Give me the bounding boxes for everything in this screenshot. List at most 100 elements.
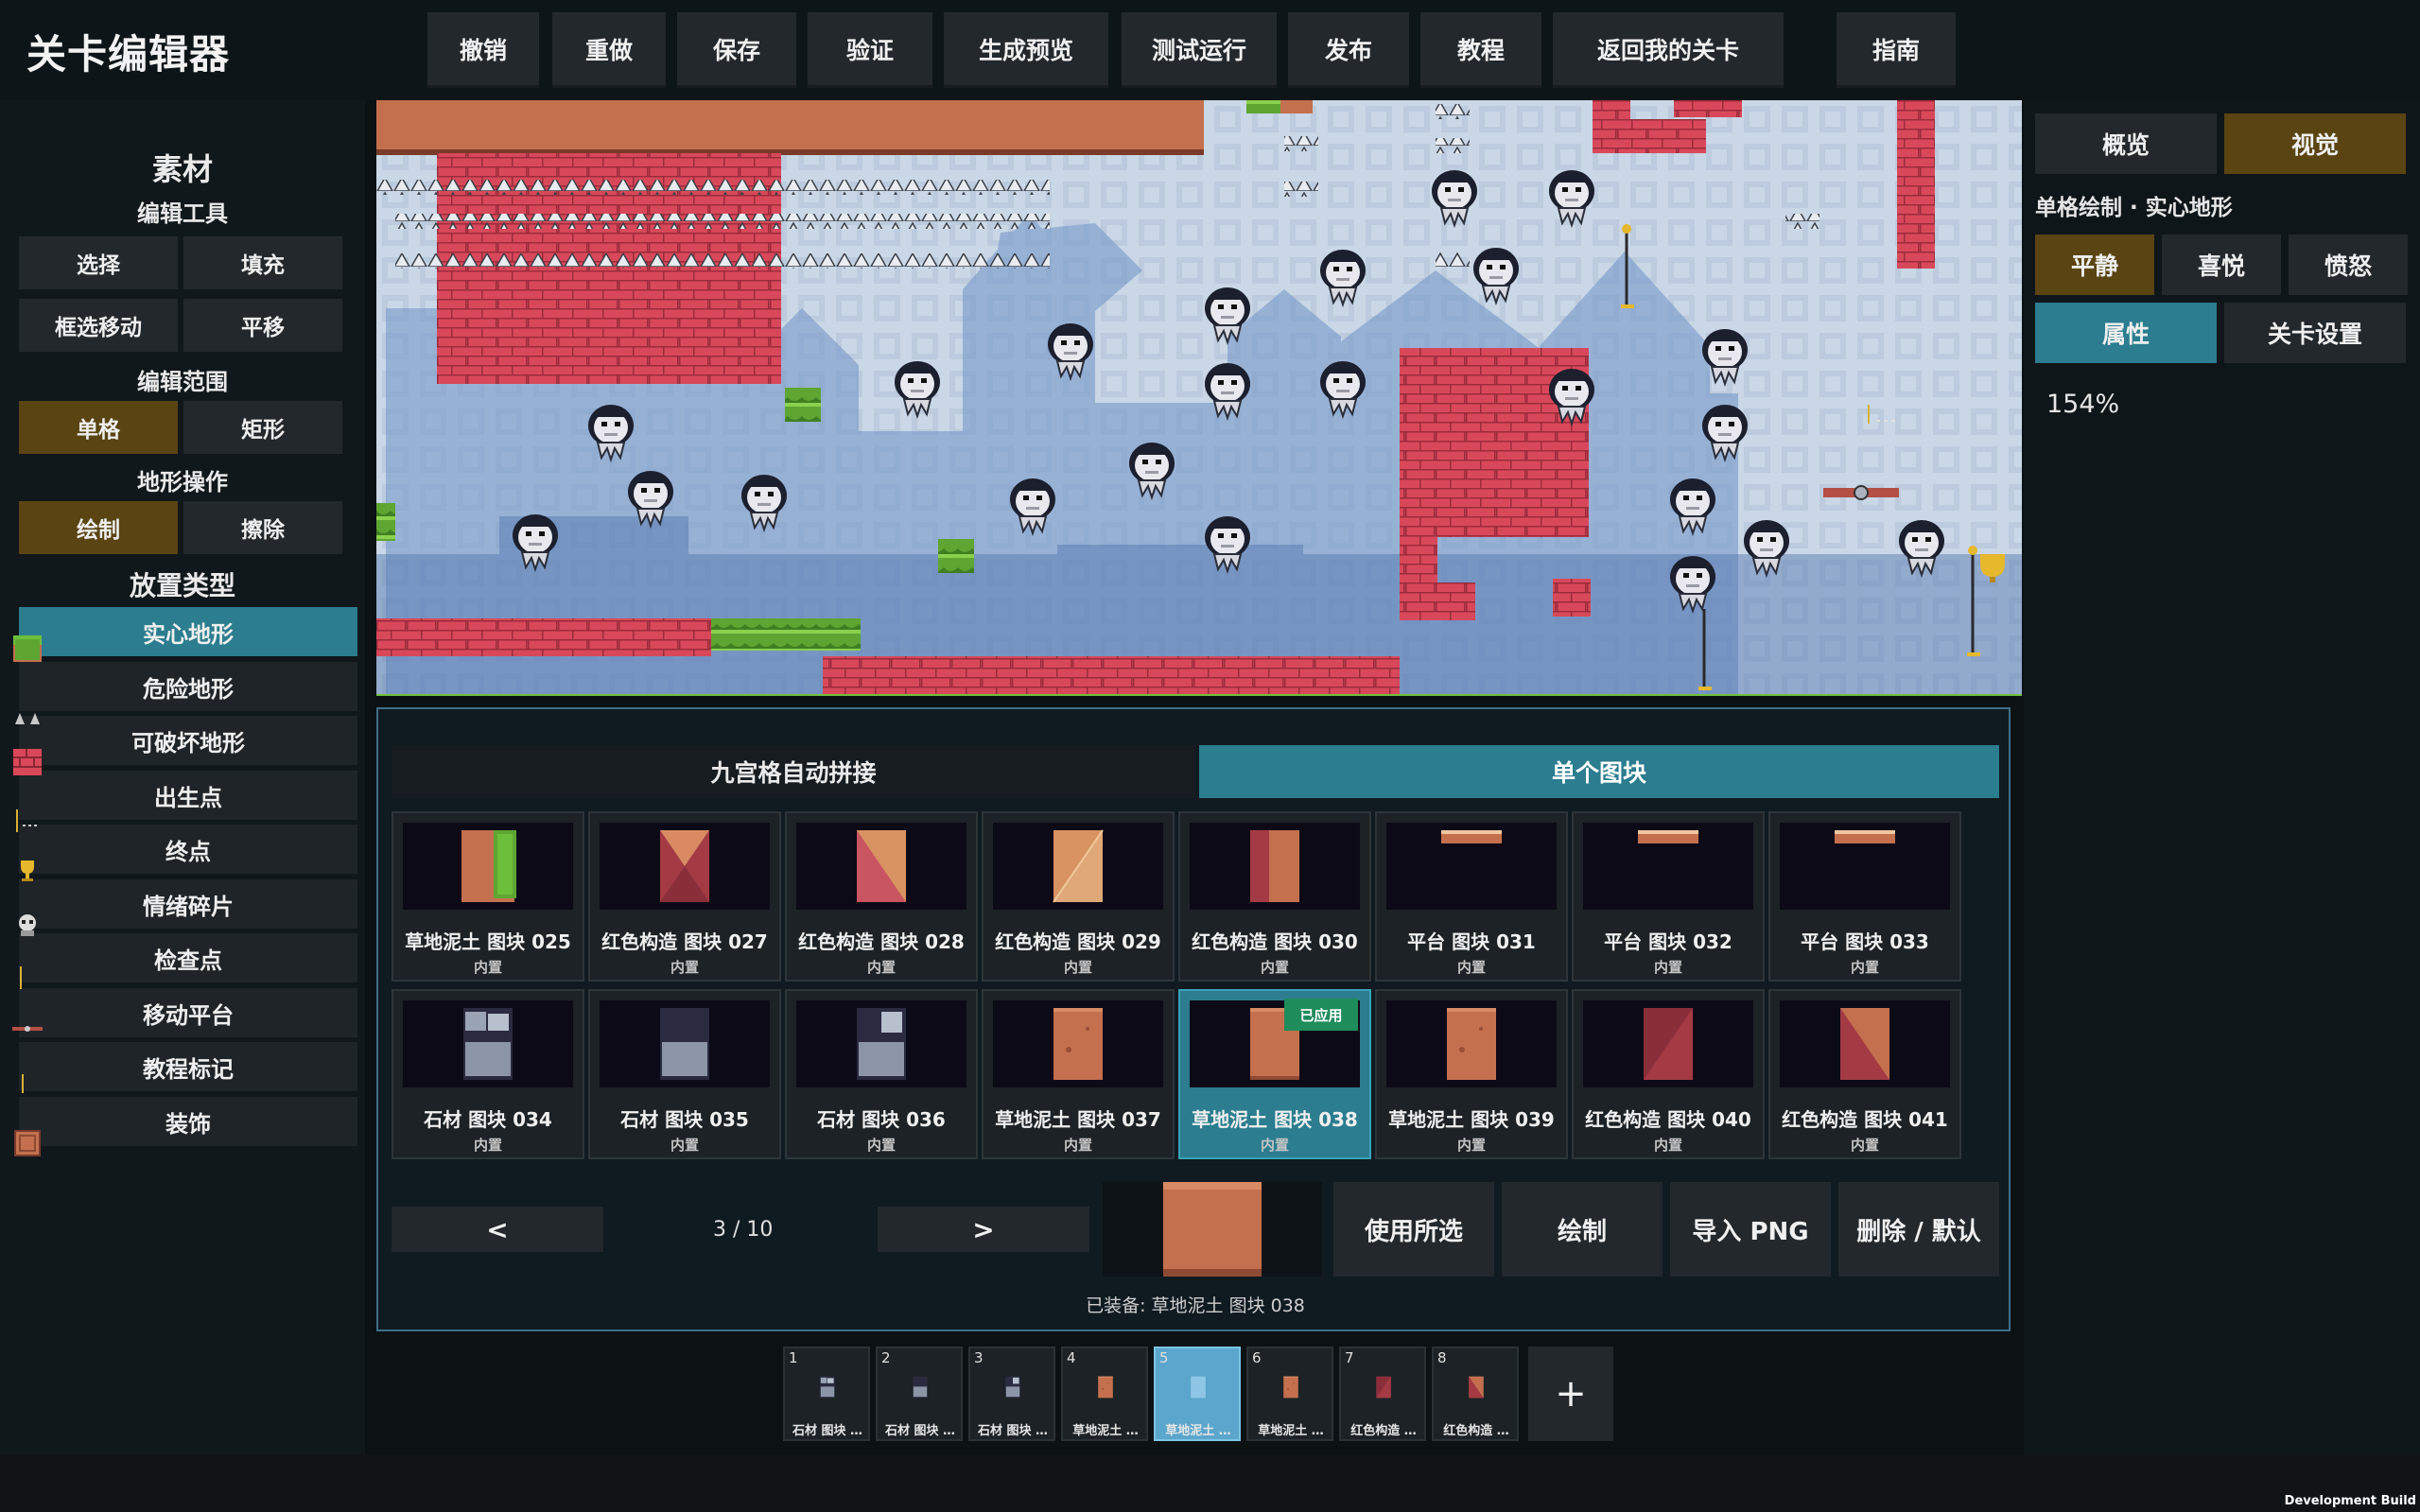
placement-tutorial-marker[interactable]: 教程标记 (19, 1042, 357, 1091)
mood-joy-button[interactable]: 喜悦 (2162, 235, 2281, 295)
redo-button[interactable]: 重做 (552, 12, 666, 88)
tab-visual[interactable]: 视觉 (2224, 113, 2406, 174)
pan-tool-button[interactable]: 平移 (183, 299, 342, 352)
level-canvas[interactable] (376, 100, 2022, 696)
guide-button[interactable]: 指南 (1837, 12, 1956, 88)
hotbar-slot[interactable]: 3 石材 图块 … (968, 1347, 1055, 1441)
tile-card[interactable]: 石材 图块 034 内置 (392, 989, 584, 1159)
erase-button[interactable]: 擦除 (183, 501, 342, 554)
tile-source: 内置 (1850, 1137, 1879, 1154)
tile-art-red-diag-b (1053, 829, 1104, 903)
tab-nine-slice[interactable]: 九宫格自动拼接 (392, 745, 1195, 798)
tile-card[interactable]: 红色构造 图块 040 内置 (1572, 989, 1765, 1159)
hotbar-slot[interactable]: 5 草地泥土 … (1154, 1347, 1241, 1441)
asset-title: 素材 (151, 151, 213, 187)
mode-text: 单格绘制 · 实心地形 (2035, 196, 2233, 220)
panel-draw-button[interactable]: 绘制 (1502, 1182, 1663, 1277)
edit-range-heading: 编辑范围 (137, 369, 228, 395)
slot-thumbnail (987, 1362, 1038, 1413)
save-button[interactable]: 保存 (677, 12, 796, 88)
tile-card[interactable]: 平台 图块 031 内置 (1375, 811, 1568, 982)
slot-label: 石材 图块 … (884, 1424, 956, 1438)
delete-default-button[interactable]: 删除 / 默认 (1838, 1182, 1999, 1277)
slot-thumbnail (1080, 1362, 1131, 1413)
tile-name: 红色构造 图块 040 (1585, 1108, 1751, 1131)
hotbar-slot[interactable]: 6 草地泥土 … (1246, 1347, 1333, 1441)
tile-card[interactable]: 草地泥土 图块 038 内置 已应用 (1178, 989, 1371, 1159)
hotbar-slot[interactable]: 2 石材 图块 … (876, 1347, 963, 1441)
tile-card[interactable]: 平台 图块 033 内置 (1768, 811, 1961, 982)
back-to-my-levels-button[interactable]: 返回我的关卡 (1553, 12, 1784, 88)
edit-tools-heading: 编辑工具 (137, 200, 228, 227)
use-selected-button[interactable]: 使用所选 (1333, 1182, 1494, 1277)
placement-checkpoint[interactable]: 检查点 (19, 933, 357, 982)
tile-art-red-column (1250, 830, 1299, 902)
tutorial-button[interactable]: 教程 (1420, 12, 1541, 88)
slot-thumbnail (802, 1362, 853, 1413)
draw-button[interactable]: 绘制 (19, 501, 178, 554)
tile-card[interactable]: 红色构造 图块 041 内置 (1768, 989, 1961, 1159)
tile-art-dirt (1098, 1376, 1113, 1399)
level-scene[interactable] (376, 100, 2022, 696)
tile-source: 内置 (670, 959, 699, 976)
mood-calm-button[interactable]: 平静 (2035, 235, 2154, 295)
publish-button[interactable]: 发布 (1288, 12, 1409, 88)
slot-thumbnail (895, 1362, 946, 1413)
placement-breakable-terrain[interactable]: 可破坏地形 (19, 716, 357, 765)
tab-overview[interactable]: 概览 (2035, 113, 2217, 174)
placement-spawn-point[interactable]: 出生点 (19, 771, 357, 820)
tile-thumbnail (403, 1000, 573, 1087)
placement-emotion-shard[interactable]: 情绪碎片 (19, 879, 357, 929)
placement-decoration[interactable]: 装饰 (19, 1097, 357, 1146)
hotbar-slot[interactable]: 8 红色构造 … (1432, 1347, 1519, 1441)
hotbar-slot[interactable]: 7 红色构造 … (1339, 1347, 1426, 1441)
tile-card[interactable]: 石材 图块 035 内置 (588, 989, 781, 1159)
select-tool-button[interactable]: 选择 (19, 236, 178, 289)
hotbar-slot[interactable]: 1 石材 图块 … (783, 1347, 870, 1441)
prev-page-button[interactable]: < (392, 1207, 603, 1252)
tile-card[interactable]: 石材 图块 036 内置 (785, 989, 978, 1159)
hotbar-slot[interactable]: 4 草地泥土 … (1061, 1347, 1148, 1441)
tile-card[interactable]: 草地泥土 图块 025 内置 (392, 811, 584, 982)
tile-card[interactable]: 平台 图块 032 内置 (1572, 811, 1765, 982)
single-cell-button[interactable]: 单格 (19, 401, 178, 454)
tile-card[interactable]: 草地泥土 图块 039 内置 (1375, 989, 1568, 1159)
top-bar: 关卡编辑器 撤销 重做 保存 验证 生成预览 测试运行 发布 教程 返回我的关卡… (0, 0, 2420, 100)
placement-moving-platform[interactable]: 移动平台 (19, 988, 357, 1037)
tile-panel: 九宫格自动拼接 单个图块 草地泥土 图块 025 内置 红色构造 图块 027 内置红… (376, 707, 2011, 1331)
tile-name: 石材 图块 034 (424, 1108, 552, 1131)
slot-number: 6 (1252, 1349, 1262, 1366)
test-run-button[interactable]: 测试运行 (1122, 12, 1277, 88)
add-slot-button[interactable]: + (1528, 1347, 1613, 1441)
placement-goal[interactable]: 终点 (19, 825, 357, 874)
tile-source: 内置 (1260, 959, 1289, 976)
tile-art-red-diag-c (1376, 1376, 1391, 1399)
tile-thumbnail (403, 823, 573, 910)
slot-number: 4 (1067, 1349, 1076, 1366)
tab-level-settings[interactable]: 关卡设置 (2224, 303, 2406, 363)
tab-properties[interactable]: 属性 (2035, 303, 2217, 363)
generate-preview-button[interactable]: 生成预览 (944, 12, 1108, 88)
tile-card[interactable]: 红色构造 图块 028 内置 (785, 811, 978, 982)
tile-name: 红色构造 图块 030 (1192, 930, 1358, 953)
tab-single-tile[interactable]: 单个图块 (1199, 745, 1999, 798)
validate-button[interactable]: 验证 (808, 12, 932, 88)
mood-anger-button[interactable]: 愤怒 (2289, 235, 2408, 295)
import-png-button[interactable]: 导入 PNG (1670, 1182, 1831, 1277)
placement-hazard-terrain[interactable]: 危险地形 (19, 662, 357, 711)
next-page-button[interactable]: > (878, 1207, 1089, 1252)
placement-solid-terrain[interactable]: 实心地形 (19, 607, 357, 656)
undo-button[interactable]: 撤销 (427, 12, 539, 88)
rectangle-button[interactable]: 矩形 (183, 401, 342, 454)
tile-card[interactable]: 红色构造 图块 029 内置 (982, 811, 1175, 982)
tile-source: 内置 (473, 959, 502, 976)
tile-card[interactable]: 红色构造 图块 030 内置 (1178, 811, 1371, 982)
fill-tool-button[interactable]: 填充 (183, 236, 342, 289)
slot-label: 红色构造 … (1443, 1424, 1509, 1438)
tile-art-stone-c (857, 1008, 906, 1080)
tile-card[interactable]: 草地泥土 图块 037 内置 (982, 989, 1175, 1159)
marquee-move-tool-button[interactable]: 框选移动 (19, 299, 178, 352)
slot-label: 石材 图块 … (977, 1424, 1049, 1438)
tile-card[interactable]: 红色构造 图块 027 内置 (588, 811, 781, 982)
tile-source: 内置 (1063, 959, 1092, 976)
